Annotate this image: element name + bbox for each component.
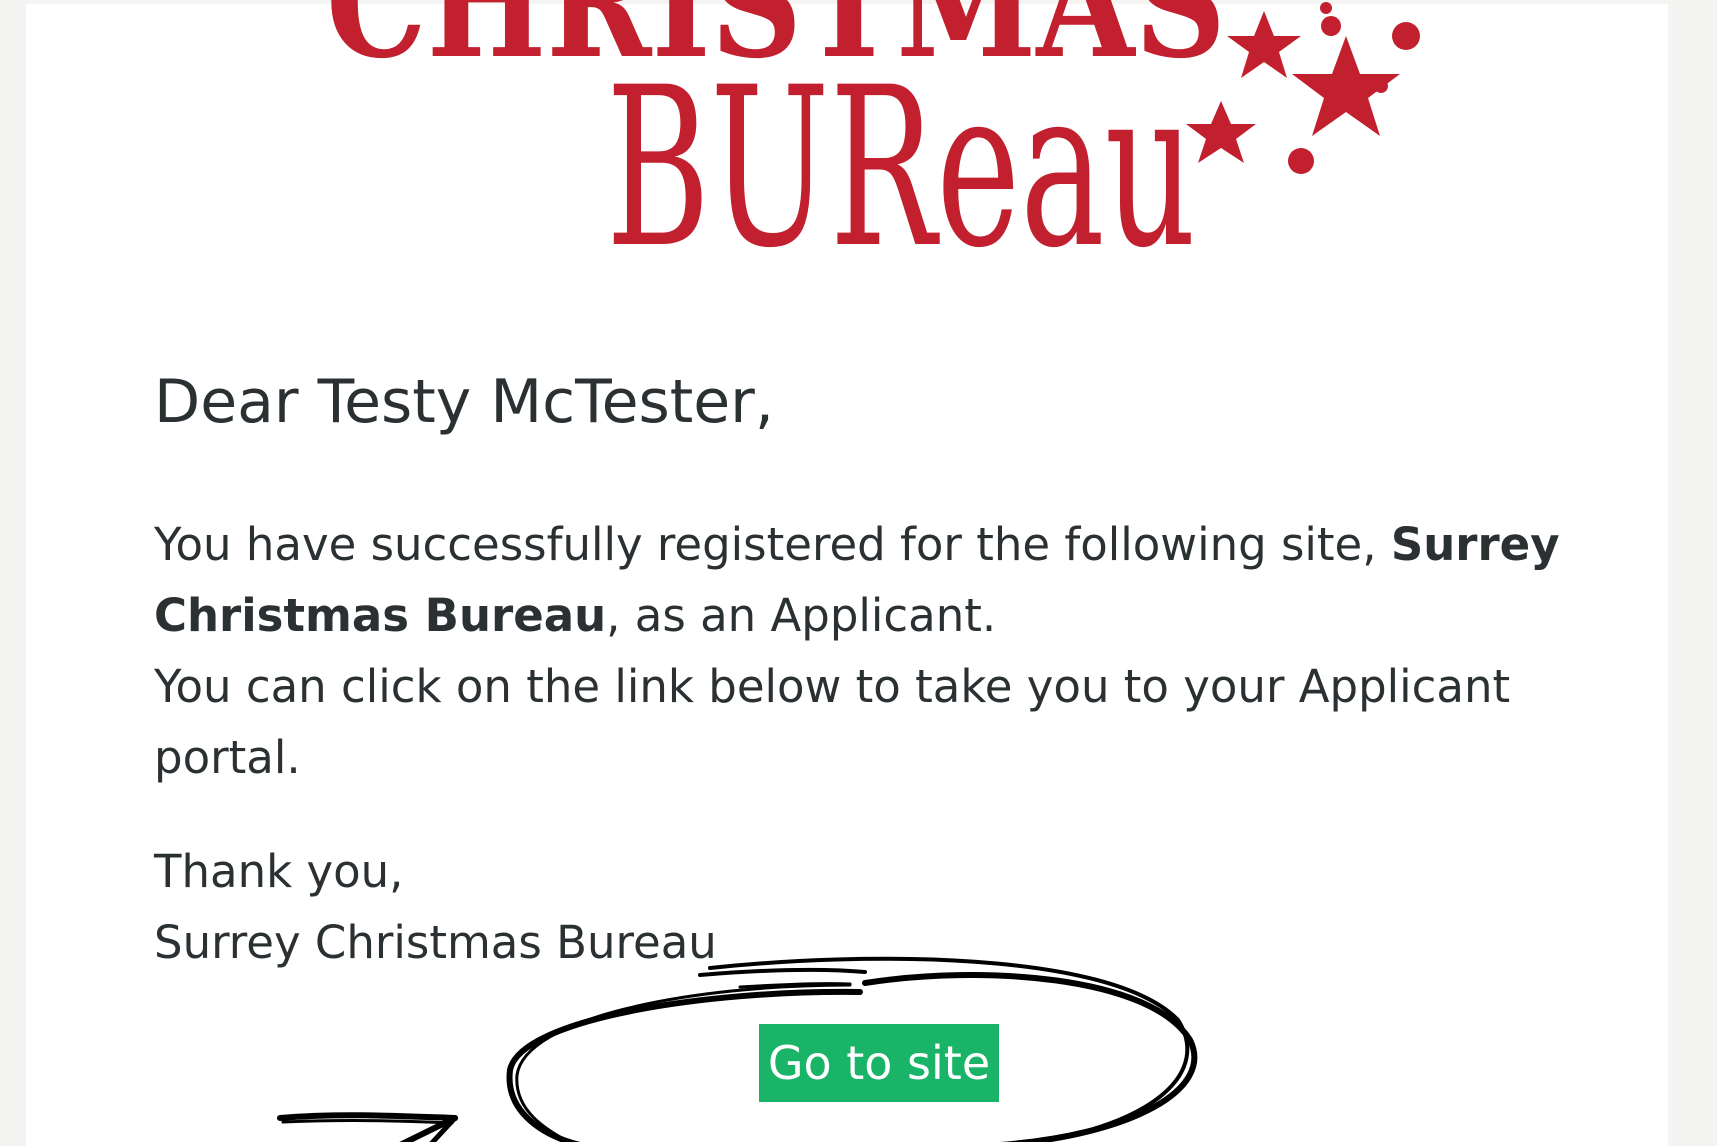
message-text: You have successfully registered for the… [154,518,1391,571]
signoff: Thank you, Surrey Christmas Bureau [154,836,717,978]
christmas-bureau-logo: CHRISTMAS BUReau [326,0,1456,266]
site-name-bold: Surrey [1390,518,1560,571]
signoff-sender: Surrey Christmas Bureau [154,916,717,969]
message-line-4: portal. [154,731,301,784]
signoff-thanks: Thank you, [154,845,404,898]
message-line-2: Christmas Bureau, as an Applicant. [154,580,1564,651]
logo-word-bureau: BUReau [606,40,1196,266]
email-card: CHRISTMAS BUReau Dear Testy McTester, Yo… [26,0,1668,1146]
registration-message: You have successfully registered for the… [154,509,1564,793]
site-name-bold: Christmas Bureau [154,589,607,642]
greeting: Dear Testy McTester, [154,367,774,437]
message-line-3: You can click on the link below to take … [154,660,1511,713]
go-to-site-button[interactable]: Go to site [759,1024,999,1102]
message-text: , as an Applicant. [606,589,997,642]
message-line-1: You have successfully registered for the… [154,509,1564,580]
